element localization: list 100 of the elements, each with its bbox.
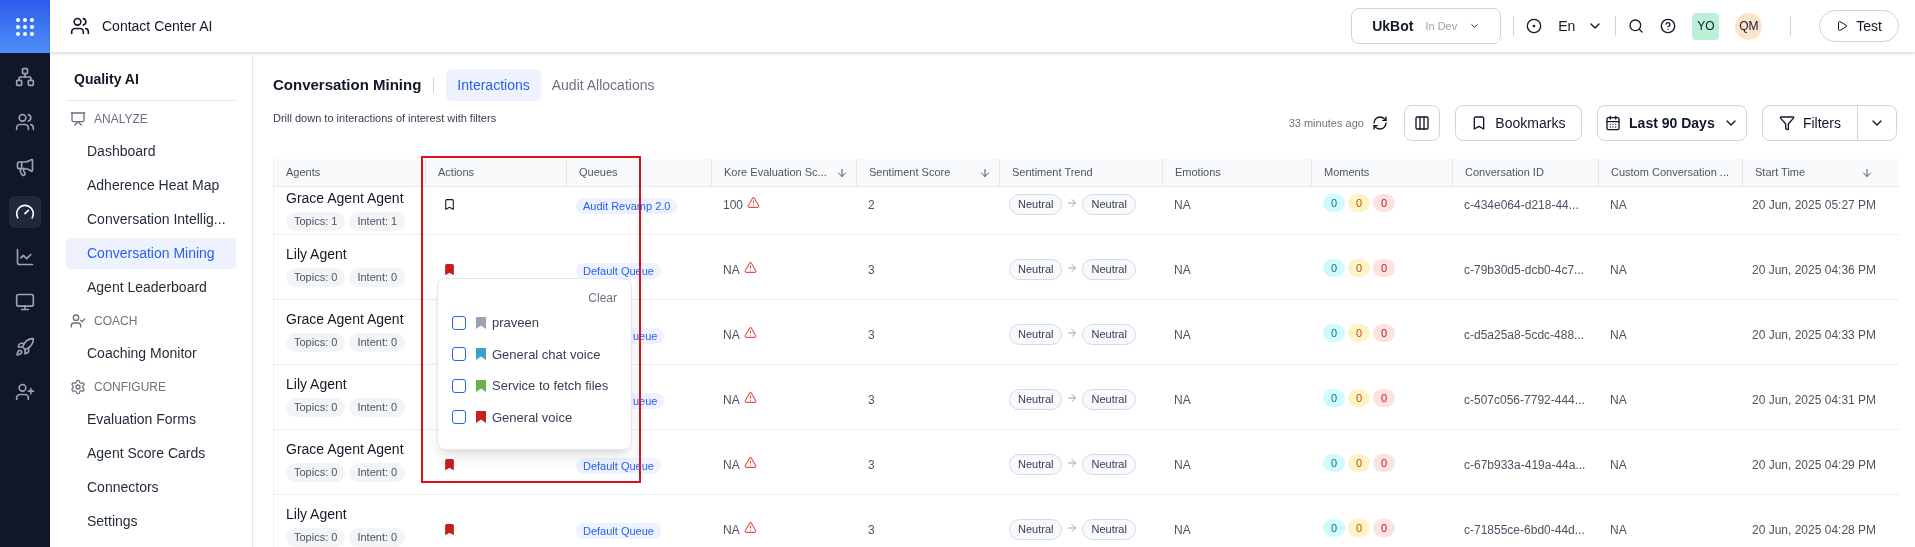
section-label: CONFIGURE [94, 379, 166, 396]
sentiment-tag: Neutral [1082, 519, 1136, 540]
sidebar-item[interactable]: Agent Leaderboard [66, 272, 236, 303]
checkbox[interactable] [452, 347, 466, 362]
sidebar-item[interactable]: Evaluation Forms [66, 404, 236, 435]
language-selector[interactable]: En [1558, 15, 1604, 37]
sidebar-item[interactable]: Dashboard [66, 136, 236, 167]
start-time: 20 Jun, 2025 04:33 PM [1752, 328, 1877, 342]
bookmarks-button[interactable]: Bookmarks [1454, 105, 1582, 141]
date-range-dropdown[interactable]: Last 90 Days [1596, 105, 1747, 141]
sidebar-item[interactable]: Connectors [66, 472, 236, 503]
topics-tag: Topics: 0 [286, 528, 346, 547]
start-time: 20 Jun, 2025 05:27 PM [1752, 198, 1877, 212]
custom-conversation-value: NA [1610, 523, 1627, 537]
sidebar-item[interactable]: Conversation Mining [66, 238, 236, 269]
sidebar-item[interactable]: Agent Score Cards [66, 438, 236, 469]
column-header[interactable]: Kore Evaluation Sc... [724, 164, 827, 181]
sentiment-score: 3 [868, 263, 875, 277]
bot-selector[interactable]: UkBot In Dev [1351, 8, 1502, 44]
section-label: COACH [94, 313, 138, 330]
column-header[interactable]: Moments [1324, 164, 1370, 181]
sentiment-tag: Neutral [1009, 324, 1063, 345]
refresh-icon[interactable] [1371, 115, 1388, 131]
sidebar-item[interactable]: Settings [66, 506, 236, 537]
sentiment-tag: Neutral [1082, 259, 1136, 280]
help-icon[interactable] [1660, 18, 1677, 34]
evaluation-score: 100 [723, 197, 744, 214]
start-time: 20 Jun, 2025 04:31 PM [1752, 393, 1877, 407]
sentiment-score: 3 [868, 328, 875, 342]
arrow-right-icon [1066, 262, 1079, 274]
checkbox[interactable] [452, 315, 466, 330]
column-header[interactable]: Conversation ID [1465, 164, 1544, 181]
sentiment-score: 3 [868, 393, 875, 407]
moment-count: 0 [1373, 259, 1395, 277]
filters-button[interactable]: Filters [1762, 112, 1857, 134]
start-time: 20 Jun, 2025 04:29 PM [1752, 458, 1877, 472]
sort-arrow-icon[interactable] [979, 166, 991, 179]
sentiment-tag: Neutral [1082, 389, 1136, 410]
moment-count: 0 [1373, 324, 1395, 342]
arrow-right-icon [1066, 197, 1079, 209]
sidebar-item[interactable]: Coaching Monitor [66, 338, 236, 369]
bookmark-option[interactable]: General voice [452, 407, 617, 427]
emotions-value: NA [1174, 458, 1191, 472]
sentiment-score: 3 [868, 458, 875, 472]
topics-tag: Topics: 1 [286, 212, 346, 231]
column-header[interactable]: Sentiment Score [869, 164, 951, 181]
sentiment-score: 3 [868, 523, 875, 537]
sentiment-tag: Neutral [1009, 454, 1063, 475]
target-icon[interactable] [1526, 18, 1543, 34]
intent-tag: Intent: 0 [349, 268, 406, 287]
column-header[interactable]: Start Time [1755, 164, 1806, 181]
column-header[interactable]: Queues [579, 164, 618, 181]
user-check-icon [70, 313, 86, 329]
line-chart-icon [15, 247, 35, 267]
bookmark-icon[interactable] [443, 198, 456, 211]
presentation-icon [70, 111, 86, 127]
filters-split-button[interactable]: Filters [1761, 105, 1897, 141]
bookmark-icon[interactable] [443, 458, 456, 471]
tab[interactable]: Audit Allocations [540, 69, 666, 101]
evaluation-score: NA [723, 327, 740, 344]
tab[interactable]: Interactions [446, 69, 541, 101]
monitor-icon [15, 292, 35, 312]
avatar[interactable]: YO [1692, 12, 1720, 40]
last-updated-text: 33 minutes ago [1288, 115, 1364, 131]
column-header[interactable]: Sentiment Trend [1012, 164, 1093, 181]
moment-count: 0 [1348, 519, 1370, 537]
play-icon [1836, 20, 1849, 32]
columns-button[interactable] [1403, 105, 1440, 141]
emotions-value: NA [1174, 198, 1191, 212]
search-icon[interactable] [1628, 18, 1645, 34]
column-header[interactable]: Emotions [1175, 164, 1221, 181]
column-header[interactable]: Custom Conversation ... [1611, 164, 1729, 181]
agent-name: Grace Agent Agent [286, 440, 405, 459]
bookmark-option[interactable]: Service to fetch files [452, 376, 617, 396]
app-launcher-button[interactable] [0, 0, 50, 53]
evaluation-score: NA [723, 392, 740, 409]
bookmark-option[interactable]: General chat voice [452, 344, 617, 364]
column-header[interactable]: Actions [438, 164, 475, 181]
table-row[interactable]: Lily Agent Topics: 0 Intent: 0 Default Queue NA 3 Neutral Neutral NA 0 0 0 c-71855ce-6bd0-44d... NA 20 Jun, 2025 04:28 PM [274, 495, 1899, 547]
checkbox[interactable] [452, 410, 466, 425]
sentiment-tag: Neutral [1009, 259, 1063, 280]
conversation-id: c-d5a25a8-5cdc-488... [1464, 328, 1585, 342]
sidebar-item[interactable]: Adherence Heat Map [66, 170, 236, 201]
avatar[interactable]: QM [1735, 12, 1763, 40]
intent-tag: Intent: 0 [349, 333, 406, 352]
warning-icon [743, 391, 757, 404]
evaluation-score: NA [723, 522, 740, 539]
sort-arrow-icon[interactable] [1861, 166, 1873, 179]
sentiment-tag: Neutral [1082, 324, 1136, 345]
sentiment-tag: Neutral [1082, 194, 1136, 215]
calendar-icon [1605, 115, 1622, 131]
sidebar-item[interactable]: Conversation Intellig... [66, 204, 236, 235]
rail-button[interactable] [9, 196, 41, 228]
page-subtitle: Drill down to interactions of interest with filters [273, 111, 497, 126]
column-header[interactable]: Agents [286, 164, 321, 181]
checkbox[interactable] [452, 378, 466, 393]
warning-icon [743, 456, 757, 469]
bookmark-option[interactable]: praveen [452, 313, 617, 333]
sort-arrow-icon[interactable] [836, 166, 848, 179]
custom-conversation-value: NA [1610, 458, 1627, 472]
